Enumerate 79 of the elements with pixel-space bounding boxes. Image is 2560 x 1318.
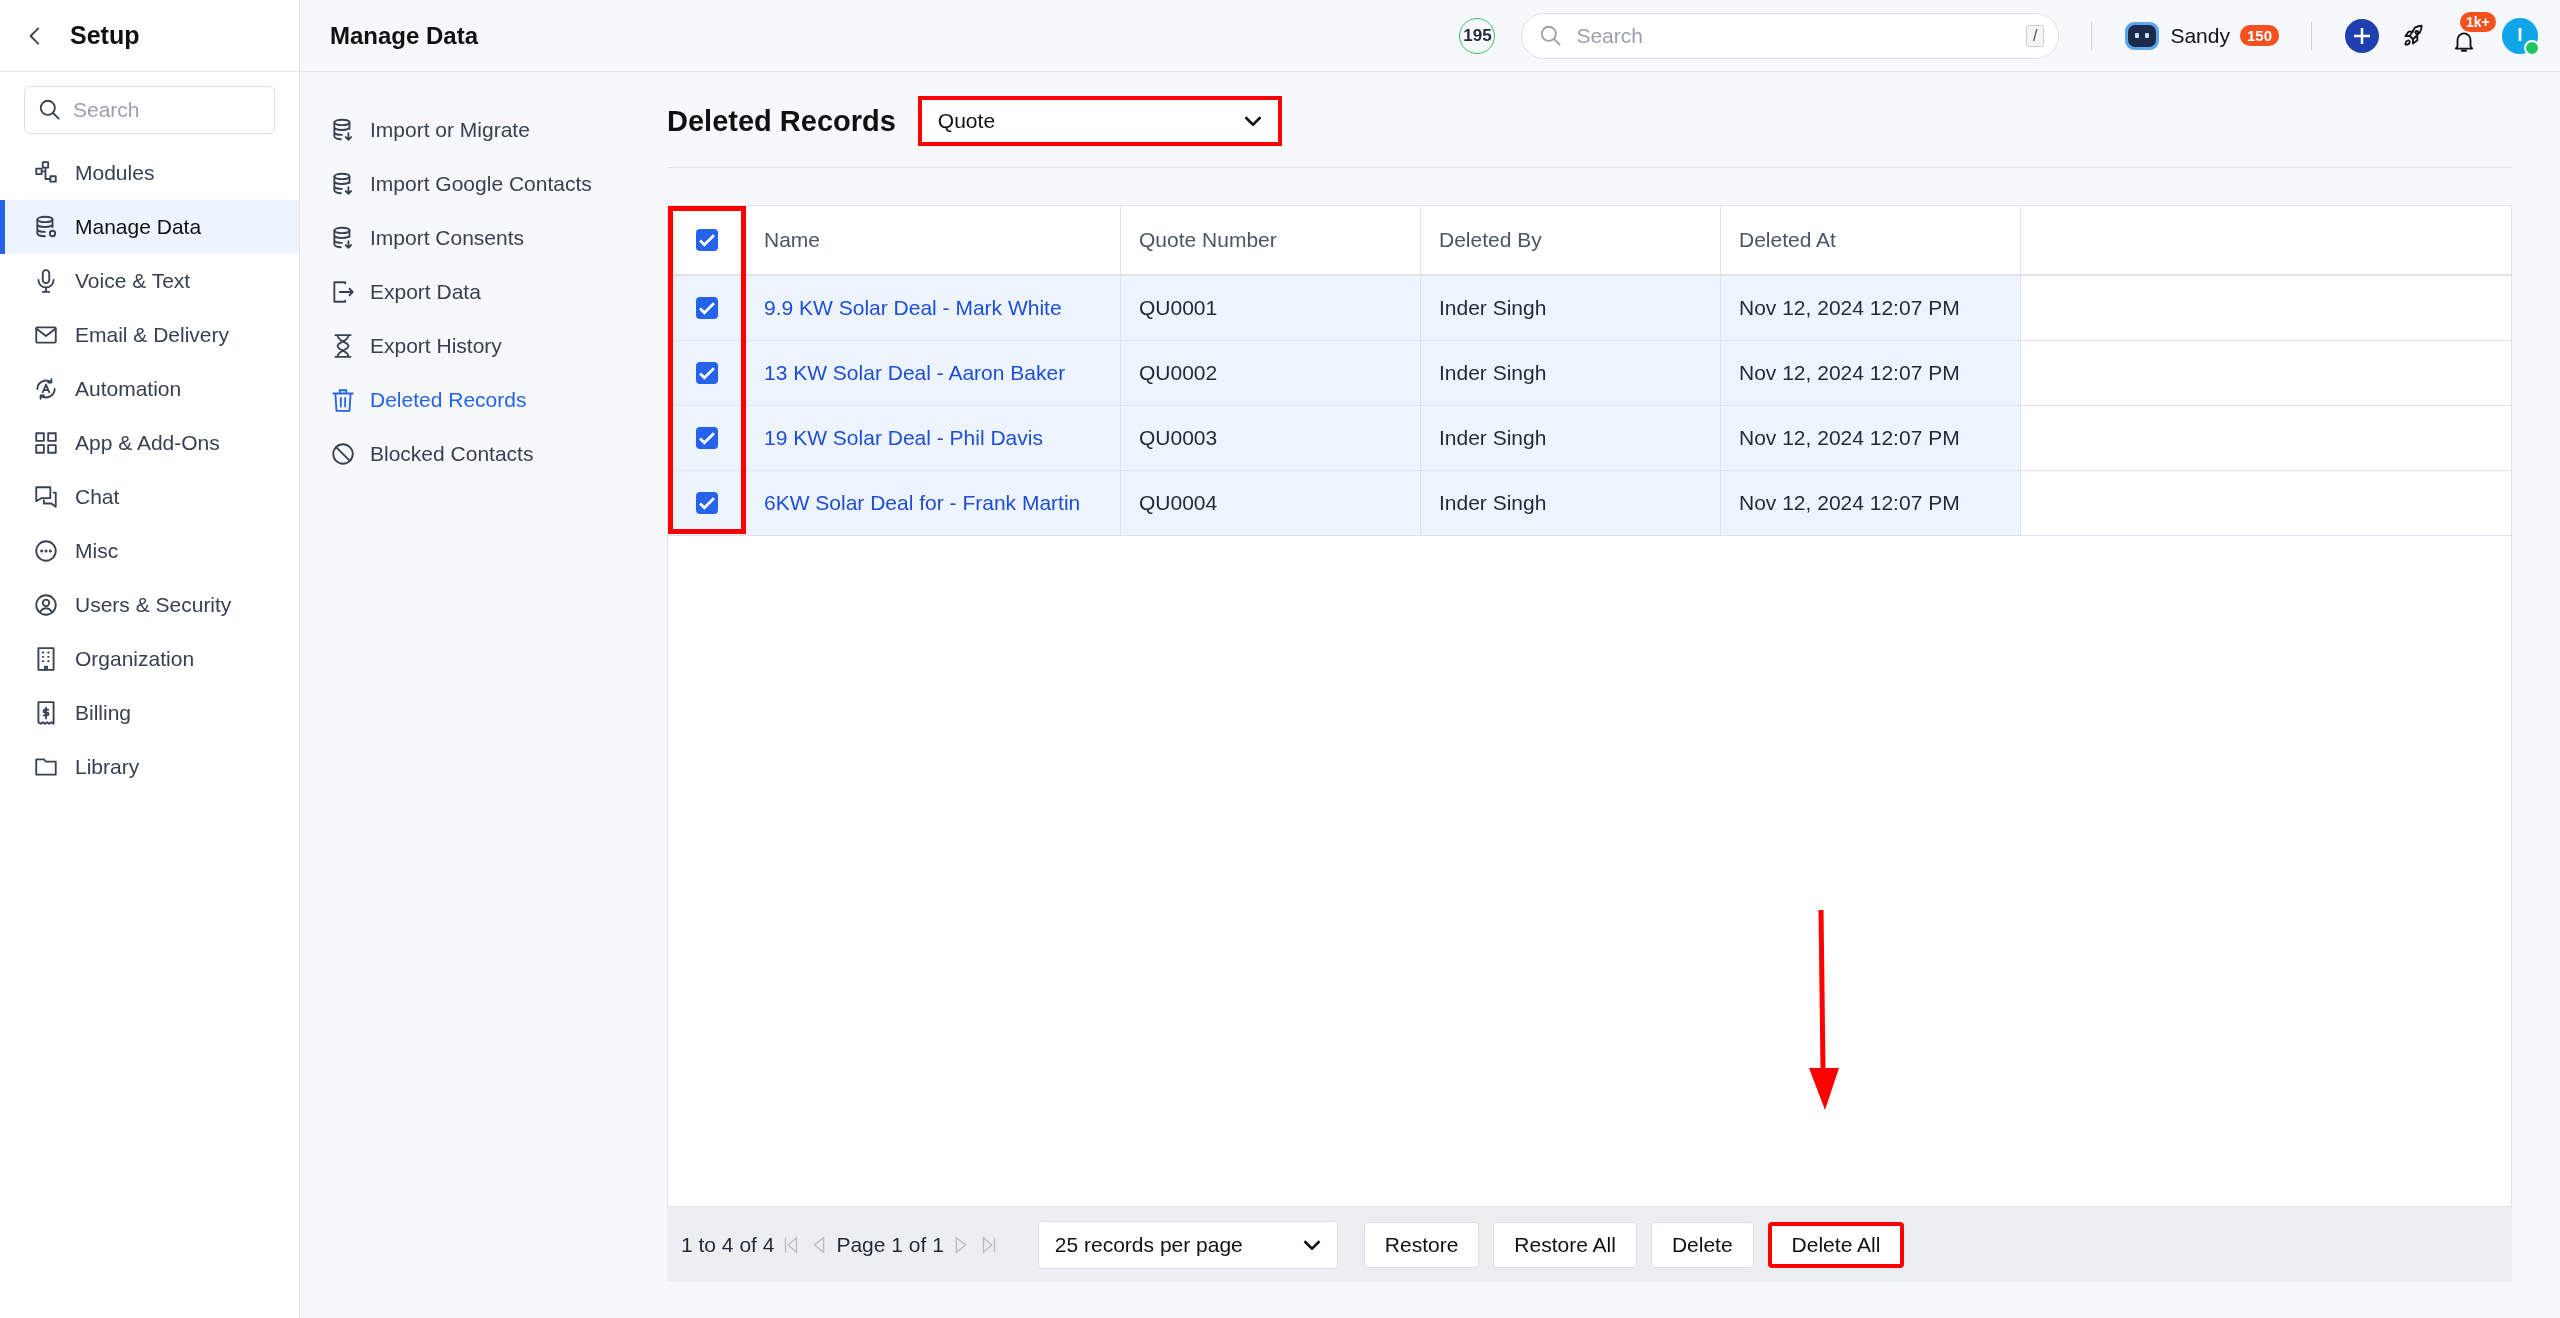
- sidebar-item[interactable]: App & Add-Ons: [0, 416, 299, 470]
- checkbox[interactable]: [696, 427, 718, 449]
- block-icon: [330, 441, 356, 467]
- action-button[interactable]: Delete All: [1767, 1221, 1905, 1268]
- notification-badge: 1k+: [2460, 11, 2496, 32]
- table-cell: Nov 12, 2024 12:07 PM: [1721, 471, 2021, 535]
- table-cell: Nov 12, 2024 12:07 PM: [1721, 276, 2021, 340]
- action-button[interactable]: Restore All: [1493, 1221, 1637, 1268]
- sidebar-item[interactable]: Voice & Text: [0, 254, 299, 308]
- search-field[interactable]: Search /: [1521, 12, 2060, 59]
- table-cell: QU0003: [1121, 406, 1421, 470]
- check-icon: [699, 430, 715, 446]
- column-header: Deleted By: [1421, 206, 1721, 274]
- table-cell: Nov 12, 2024 12:07 PM: [1721, 406, 2021, 470]
- sidebar-title: Setup: [70, 21, 140, 50]
- add-icon[interactable]: [2344, 17, 2380, 54]
- table-cell: QU0002: [1121, 341, 1421, 405]
- count-badge: 150: [2239, 25, 2279, 46]
- database-icon: [33, 214, 59, 240]
- sidebar-item[interactable]: Users & Security: [0, 578, 299, 632]
- check-icon: [699, 232, 715, 248]
- chat-icon: [33, 484, 59, 510]
- sidebar-item[interactable]: Misc: [0, 524, 299, 578]
- user-icon: [33, 592, 59, 618]
- search-field[interactable]: Search: [24, 86, 275, 134]
- checkbox[interactable]: [696, 229, 718, 251]
- table-cell: Nov 12, 2024 12:07 PM: [1721, 341, 2021, 405]
- sidebar-item[interactable]: Organization: [0, 632, 299, 686]
- checkbox[interactable]: [696, 362, 718, 384]
- sidebar-item[interactable]: Manage Data: [0, 200, 299, 254]
- action-button[interactable]: Restore: [1363, 1221, 1480, 1268]
- column-header: Quote Number: [1121, 206, 1421, 274]
- subnav-item[interactable]: Export History: [330, 319, 667, 373]
- sidebar-item[interactable]: Billing: [0, 686, 299, 740]
- column-header: Deleted At: [1721, 206, 2021, 274]
- page-title: Manage Data: [330, 21, 480, 50]
- checkbox[interactable]: [696, 492, 718, 514]
- table-cell: Inder Singh: [1421, 276, 1721, 340]
- check-icon: [699, 300, 715, 316]
- grid-icon: [33, 430, 59, 456]
- subnav-item[interactable]: Import or Migrate: [330, 103, 667, 157]
- sidebar-item[interactable]: Chat: [0, 470, 299, 524]
- checkbox[interactable]: [696, 297, 718, 319]
- more-icon: [33, 538, 59, 564]
- subnav-item[interactable]: Export Data: [330, 265, 667, 319]
- robot-avatar-icon: [2124, 20, 2161, 51]
- column-header: Name: [746, 206, 1121, 274]
- subnav-item[interactable]: Import Consents: [330, 211, 667, 265]
- user-name[interactable]: Sandy: [2170, 23, 2230, 48]
- subnav-item[interactable]: Import Google Contacts: [330, 157, 667, 211]
- page-size-dropdown[interactable]: 25 records per page: [1037, 1220, 1338, 1269]
- check-icon: [699, 365, 715, 381]
- section-title: Deleted Records: [667, 104, 896, 138]
- caret-icon: [1243, 116, 1262, 126]
- sidebar-item[interactable]: Email & Delivery: [0, 308, 299, 362]
- caret-icon: [1302, 1239, 1321, 1250]
- table-cell: QU0001: [1121, 276, 1421, 340]
- search-input[interactable]: Search: [73, 91, 262, 129]
- module-dropdown[interactable]: Quote: [917, 96, 1282, 146]
- check-icon: [699, 495, 715, 511]
- sidebar-item[interactable]: Modules: [0, 146, 299, 200]
- sidebar-item[interactable]: Library: [0, 740, 299, 794]
- search-icon: [37, 97, 63, 123]
- sidebar-item[interactable]: Automation: [0, 362, 299, 416]
- record-range: 1 to 4 of 4: [681, 1232, 775, 1257]
- subnav-item[interactable]: Deleted Records: [330, 373, 667, 427]
- shortcut-key: /: [2025, 24, 2045, 47]
- subnav-item[interactable]: Blocked Contacts: [330, 427, 667, 481]
- trash-icon: [330, 387, 356, 413]
- search-input[interactable]: Search: [1576, 16, 2014, 55]
- table-cell: Inder Singh: [1421, 341, 1721, 405]
- table-cell: Inder Singh: [1421, 406, 1721, 470]
- nodes-icon: [33, 160, 59, 186]
- export-icon: [330, 279, 356, 305]
- automation-icon: [33, 376, 59, 402]
- page-indicator: Page 1 of 1: [836, 1232, 944, 1257]
- table-cell: QU0004: [1121, 471, 1421, 535]
- action-button[interactable]: Delete: [1650, 1221, 1754, 1268]
- table-cell: Inder Singh: [1421, 471, 1721, 535]
